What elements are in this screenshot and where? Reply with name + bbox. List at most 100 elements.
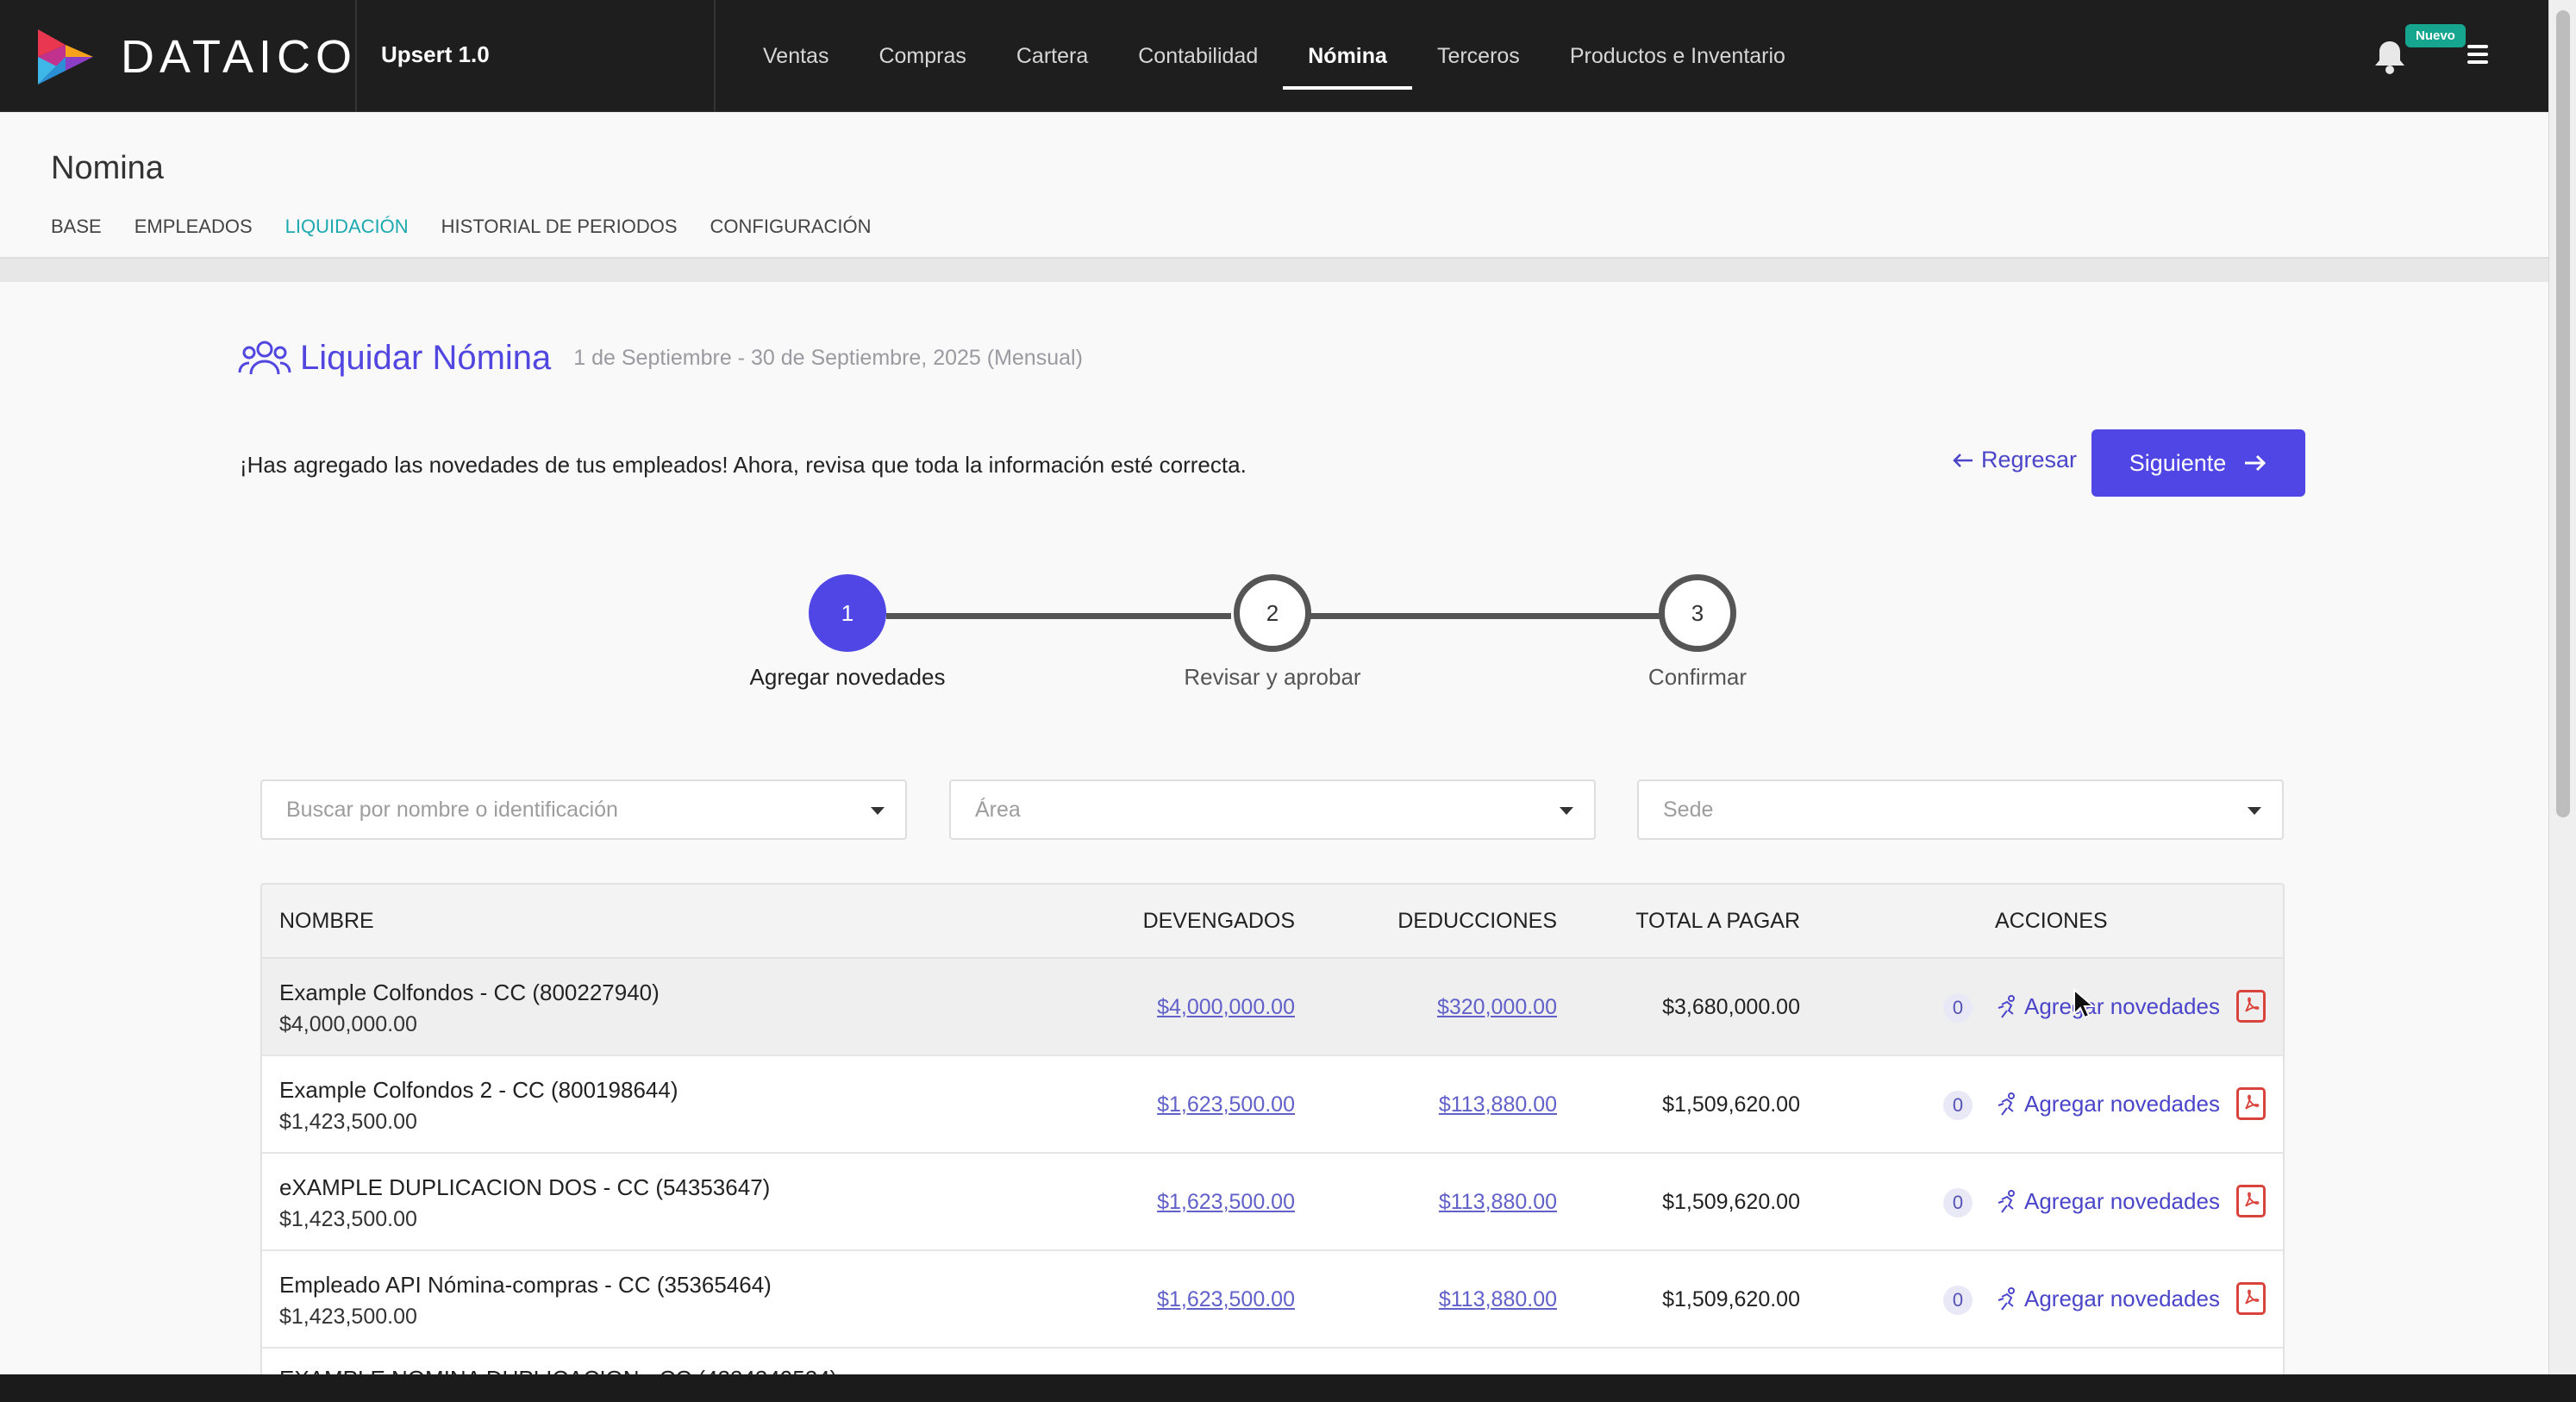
logo-text: DATAICO <box>121 31 358 83</box>
deducciones-link[interactable]: $320,000.00 <box>1437 995 1557 1020</box>
pdf-icon[interactable] <box>2236 1185 2266 1217</box>
col-devengados: DEVENGADOS <box>1142 909 1295 933</box>
mouse-cursor-icon <box>2073 988 2095 1019</box>
employee-salary: $1,423,500.00 <box>279 1207 417 1231</box>
menu-item-terceros[interactable]: Terceros <box>1412 0 1545 112</box>
devengados-link[interactable]: $1,623,500.00 <box>1157 1287 1295 1312</box>
period-label: 1 de Septiembre - 30 de Septiembre, 2025… <box>573 345 1083 370</box>
window-bottom-edge <box>0 1374 2576 1402</box>
deducciones-link[interactable]: $113,880.00 <box>1439 1190 1557 1215</box>
table-header: NOMBRE DEVENGADOS DEDUCCIONES TOTAL A PA… <box>262 885 2283 959</box>
next-label: Siguiente <box>2129 449 2227 476</box>
users-icon <box>238 341 291 375</box>
running-person-icon <box>1998 1286 2015 1311</box>
running-person-icon <box>1998 994 2015 1018</box>
step-1-label: Agregar novedades <box>749 664 946 690</box>
table-row[interactable]: Example Colfondos - CC (800227940) $4,000… <box>262 959 2283 1056</box>
pdf-icon[interactable] <box>2236 990 2266 1023</box>
tab-configuracion[interactable]: CONFIGURACIÓN <box>710 216 872 238</box>
running-person-icon <box>1998 1189 2015 1213</box>
nav-divider <box>355 0 357 112</box>
col-deducciones: DEDUCCIONES <box>1397 909 1557 933</box>
tab-base[interactable]: BASE <box>51 216 102 238</box>
area-placeholder: Área <box>975 798 1021 822</box>
hamburger-icon[interactable] <box>2467 45 2488 64</box>
employee-salary: $1,423,500.00 <box>279 1110 417 1134</box>
add-novedades-button[interactable]: Agregar novedades <box>1995 993 2220 1020</box>
step-connector <box>1307 613 1660 619</box>
arrow-left-icon <box>1953 453 1973 467</box>
employee-name: Example Colfondos - CC (800227940) <box>279 980 660 1005</box>
arrow-right-icon <box>2245 454 2267 472</box>
area-select[interactable]: Área <box>949 779 1596 840</box>
col-nombre: NOMBRE <box>279 909 374 933</box>
add-novedades-label: Agregar novedades <box>2024 1188 2220 1214</box>
add-novedades-button[interactable]: Agregar novedades <box>1995 1091 2220 1117</box>
step-2-label: Revisar y aprobar <box>1184 664 1361 690</box>
scrollbar-thumb[interactable] <box>2556 10 2570 817</box>
add-novedades-label: Agregar novedades <box>2024 993 2220 1019</box>
devengados-link[interactable]: $1,623,500.00 <box>1157 1092 1295 1117</box>
tab-empleados[interactable]: EMPLEADOS <box>134 216 253 238</box>
company-name[interactable]: Upsert 1.0 <box>381 41 490 68</box>
table-row[interactable]: Example Colfondos 2 - CC (800198644) $1,4… <box>262 1056 2283 1154</box>
table-row[interactable]: EXAMPLE NOMINA DUPLICACION - CC (4234349… <box>262 1349 2283 1374</box>
header-separator <box>0 259 2548 282</box>
nav-divider <box>714 0 716 112</box>
tab-liquidacion[interactable]: LIQUIDACIÓN <box>285 216 409 238</box>
employee-name: Empleado API Nómina-compras - CC (353654… <box>279 1272 772 1298</box>
devengados-link[interactable]: $4,000,000.00 <box>1157 995 1295 1020</box>
search-placeholder: Buscar por nombre o identificación <box>286 798 618 822</box>
devengados-link[interactable]: $1,623,500.00 <box>1157 1190 1295 1215</box>
step-1-circle: 1 <box>809 574 886 652</box>
add-novedades-label: Agregar novedades <box>2024 1091 2220 1117</box>
progress-stepper: 1 2 3 Agregar novedades Revisar y aproba… <box>0 569 2548 698</box>
pdf-icon[interactable] <box>2236 1282 2266 1315</box>
next-button[interactable]: Siguiente <box>2091 429 2305 497</box>
employee-salary: $4,000,000.00 <box>279 1012 417 1036</box>
novedades-count-badge: 0 <box>1943 993 1973 1023</box>
menu-item-nomina[interactable]: Nómina <box>1283 0 1412 112</box>
novedades-count-badge: 0 <box>1943 1091 1973 1120</box>
menu-item-productos[interactable]: Productos e Inventario <box>1545 0 1810 112</box>
caret-down-icon <box>871 807 885 815</box>
caret-down-icon <box>1560 807 1573 815</box>
total-value: $1,509,620.00 <box>1662 1287 1800 1311</box>
menu-item-compras[interactable]: Compras <box>853 0 991 112</box>
table-row[interactable]: Empleado API Nómina-compras - CC (353654… <box>262 1251 2283 1349</box>
table-row[interactable]: eXAMPLE DUPLICACION DOS - CC (54353647) $… <box>262 1154 2283 1251</box>
step-2-circle: 2 <box>1234 574 1311 652</box>
add-novedades-label: Agregar novedades <box>2024 1286 2220 1311</box>
deducciones-link[interactable]: $113,880.00 <box>1439 1287 1557 1312</box>
search-employee-select[interactable]: Buscar por nombre o identificación <box>260 779 907 840</box>
menu-item-cartera[interactable]: Cartera <box>991 0 1113 112</box>
add-novedades-button[interactable]: Agregar novedades <box>1995 1286 2220 1312</box>
sede-select[interactable]: Sede <box>1637 779 2284 840</box>
dataico-logo-icon <box>38 29 93 84</box>
section-tabs: BASE EMPLEADOS LIQUIDACIÓN HISTORIAL DE … <box>51 216 872 238</box>
col-acciones: ACCIONES <box>1995 909 2108 933</box>
employee-name: eXAMPLE DUPLICACION DOS - CC (54353647) <box>279 1174 771 1200</box>
back-label: Regresar <box>1981 447 2078 473</box>
deducciones-link[interactable]: $113,880.00 <box>1439 1092 1557 1117</box>
sede-placeholder: Sede <box>1663 798 1714 822</box>
total-value: $3,680,000.00 <box>1662 995 1800 1019</box>
tab-historial[interactable]: HISTORIAL DE PERIODOS <box>441 216 678 238</box>
back-button[interactable]: Regresar <box>1952 447 2077 473</box>
pdf-icon[interactable] <box>2236 1087 2266 1120</box>
employees-table: NOMBRE DEVENGADOS DEDUCCIONES TOTAL A PA… <box>260 883 2285 1374</box>
step-connector <box>886 613 1231 619</box>
employee-name: EXAMPLE NOMINA DUPLICACION - CC (4234349… <box>279 1366 837 1374</box>
top-navbar: DATAICO Upsert 1.0 Ventas Compras Carter… <box>0 0 2548 112</box>
running-person-icon <box>1998 1092 2015 1116</box>
page-title: Nomina <box>51 150 164 186</box>
employee-name: Example Colfondos 2 - CC (800198644) <box>279 1077 678 1103</box>
page-header: Nomina BASE EMPLEADOS LIQUIDACIÓN HISTOR… <box>0 112 2548 259</box>
employee-salary: $1,423,500.00 <box>279 1305 417 1329</box>
menu-item-ventas[interactable]: Ventas <box>738 0 853 112</box>
menu-item-contabilidad[interactable]: Contabilidad <box>1113 0 1283 112</box>
vertical-scrollbar[interactable] <box>2548 0 2576 1374</box>
brand-logo[interactable]: DATAICO <box>34 26 357 88</box>
bell-icon[interactable] <box>2369 36 2410 78</box>
add-novedades-button[interactable]: Agregar novedades <box>1995 1188 2220 1215</box>
